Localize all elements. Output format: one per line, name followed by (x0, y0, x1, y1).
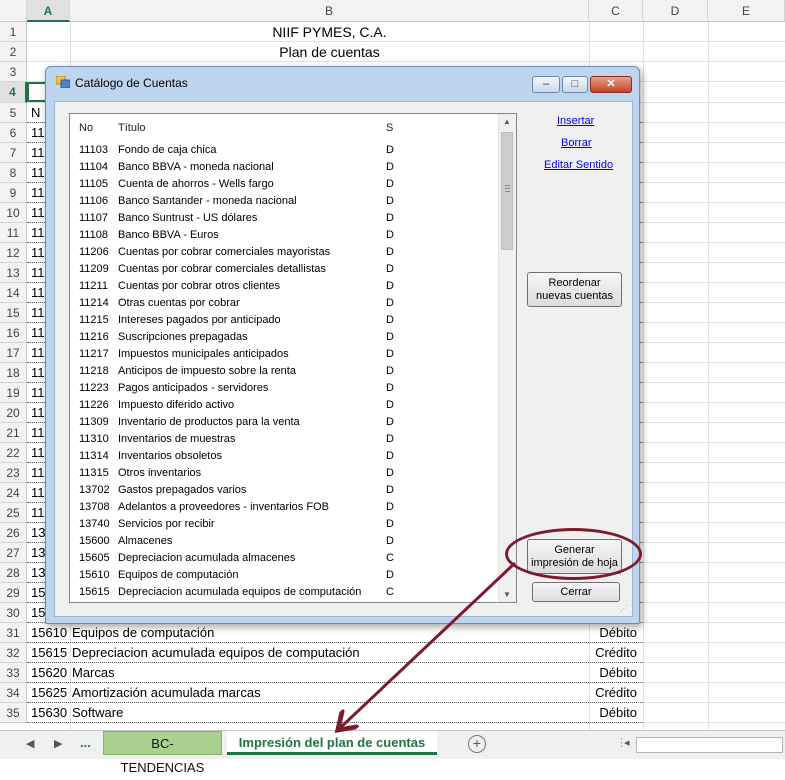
annotation-arrow-line (340, 561, 517, 728)
annotation-arrow (0, 561, 517, 758)
